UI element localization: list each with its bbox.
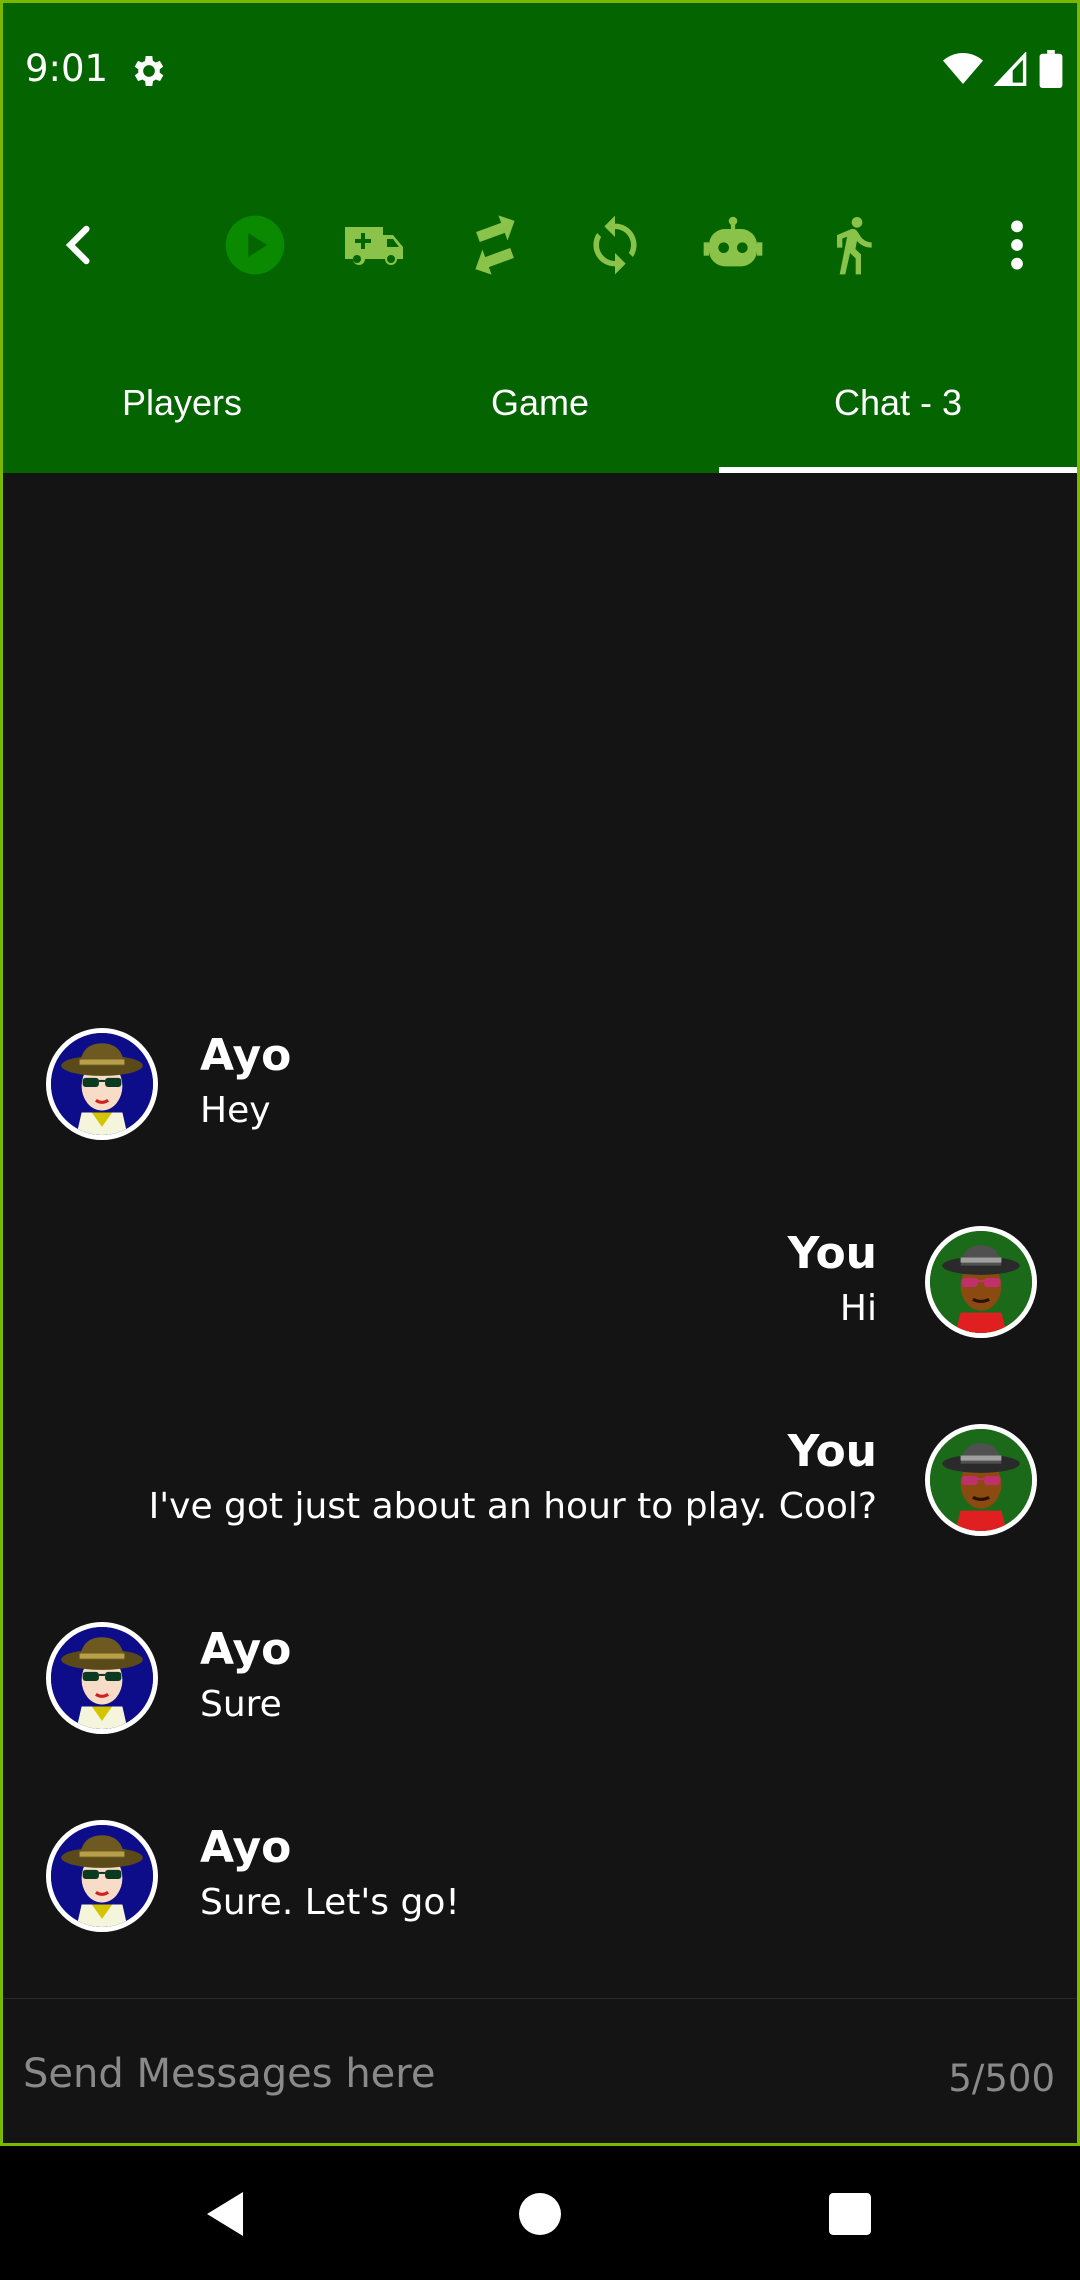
list-item: You I've got just about an hour to play.…	[3, 1424, 1077, 1574]
play-icon[interactable]	[219, 209, 291, 281]
cellular-signal-icon	[993, 50, 1029, 91]
ambulance-icon[interactable]	[339, 209, 411, 281]
tab-players[interactable]: Players	[3, 333, 361, 473]
list-item: Ayo Sure	[3, 1622, 1077, 1772]
message-sender: You	[787, 1228, 877, 1279]
battery-icon	[1039, 49, 1063, 93]
message-sender: You	[787, 1426, 877, 1477]
nav-back-icon[interactable]	[195, 2184, 255, 2244]
message-text: Hi	[839, 1288, 877, 1329]
status-bar: 9:01	[3, 3, 1077, 143]
wifi-icon	[943, 52, 983, 91]
message-sender: Ayo	[200, 1822, 292, 1873]
nav-home-icon[interactable]	[510, 2184, 570, 2244]
message-composer: 5/500	[3, 1998, 1077, 2143]
message-text: I've got just about an hour to play. Coo…	[148, 1486, 877, 1527]
game-toolbar	[3, 143, 1077, 358]
player-avatar-icon	[51, 1033, 153, 1135]
avatar	[46, 1622, 158, 1734]
more-vert-icon[interactable]	[981, 209, 1053, 281]
message-sender: Ayo	[200, 1030, 292, 1081]
system-nav-bar	[0, 2146, 1080, 2280]
message-text: Hey	[200, 1090, 271, 1131]
avatar	[46, 1820, 158, 1932]
avatar	[925, 1424, 1037, 1536]
player-avatar-icon	[51, 1627, 153, 1729]
avatar	[46, 1028, 158, 1140]
tab-bar: Players Game Chat - 3	[3, 333, 1077, 473]
back-arrow-icon[interactable]	[45, 209, 117, 281]
refresh-icon[interactable]	[579, 209, 651, 281]
swap-icon[interactable]	[459, 209, 531, 281]
character-counter: 5/500	[948, 2057, 1055, 2100]
walk-icon[interactable]	[817, 209, 889, 281]
settings-gear-icon	[129, 51, 169, 91]
status-indicators	[943, 49, 1063, 93]
robot-icon[interactable]	[697, 209, 769, 281]
nav-recents-icon[interactable]	[820, 2184, 880, 2244]
app-frame: 9:01 Players Game Chat - 3 Ayo Hey You H…	[0, 0, 1080, 2146]
message-text: Sure. Let's go!	[200, 1882, 460, 1923]
chat-message-list[interactable]: Ayo Hey You Hi You I've got just about a…	[3, 473, 1077, 1998]
user-avatar-icon	[930, 1231, 1032, 1333]
list-item: Ayo Sure. Let's go!	[3, 1820, 1077, 1970]
status-time: 9:01	[25, 47, 109, 90]
list-item: You Hi	[3, 1226, 1077, 1376]
tab-game[interactable]: Game	[361, 333, 719, 473]
user-avatar-icon	[930, 1429, 1032, 1531]
list-item: Ayo Hey	[3, 1028, 1077, 1178]
player-avatar-icon	[51, 1825, 153, 1927]
message-sender: Ayo	[200, 1624, 292, 1675]
avatar	[925, 1226, 1037, 1338]
message-input[interactable]	[23, 2039, 903, 2109]
tab-chat[interactable]: Chat - 3	[719, 333, 1077, 473]
message-text: Sure	[200, 1684, 282, 1725]
